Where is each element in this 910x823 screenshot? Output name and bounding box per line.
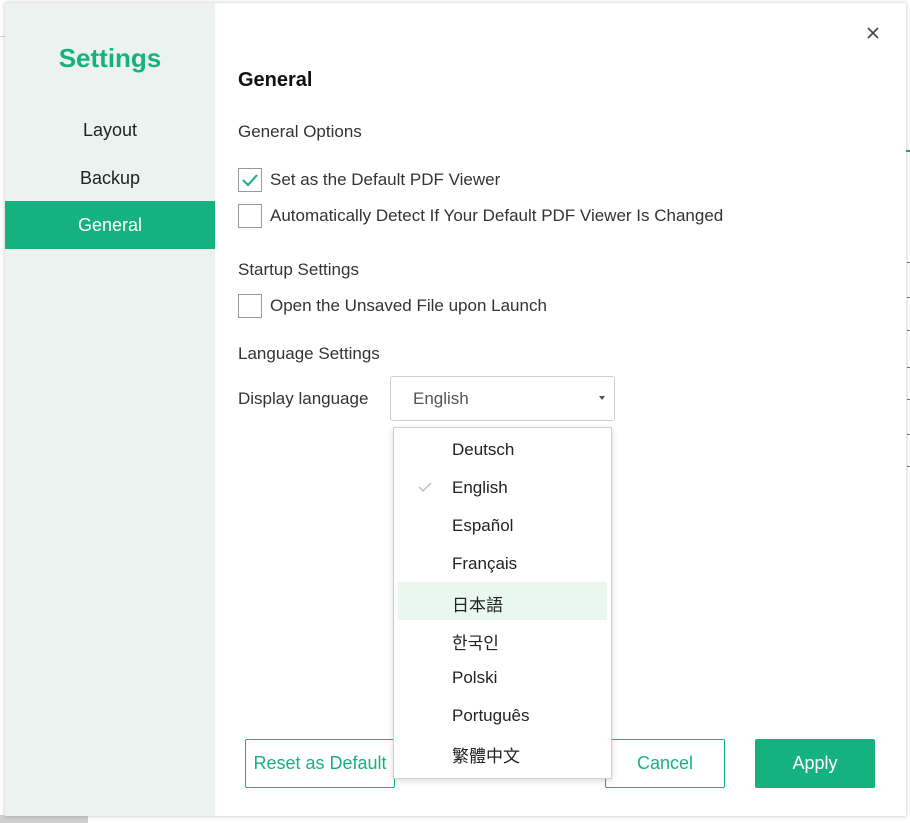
auto-detect-option[interactable]: Automatically Detect If Your Default PDF… <box>238 203 723 229</box>
sidebar-item-general[interactable]: General <box>5 201 215 249</box>
language-option-label: 繁體中文 <box>452 747 520 766</box>
sidebar-title: Settings <box>58 43 162 73</box>
language-option-traditional-chinese[interactable]: 繁體中文 <box>398 733 607 771</box>
cancel-button[interactable]: Cancel <box>605 739 725 788</box>
chevron-down-icon <box>599 396 605 400</box>
display-language-label: Display language <box>238 389 369 408</box>
open-unsaved-label: Open the Unsaved File upon Launch <box>270 296 547 315</box>
language-option-portugues[interactable]: Português <box>398 697 607 735</box>
language-settings-heading: Language Settings <box>238 344 380 363</box>
default-viewer-option[interactable]: Set as the Default PDF Viewer <box>238 167 500 193</box>
language-option-label: Polski <box>452 668 498 687</box>
close-button[interactable] <box>863 23 883 43</box>
general-options-heading: General Options <box>238 122 362 141</box>
language-option-polski[interactable]: Polski <box>398 659 607 697</box>
language-option-label: English <box>452 478 508 497</box>
language-option-label: 한국인 <box>452 634 499 653</box>
language-option-korean[interactable]: 한국인 <box>398 620 607 658</box>
language-option-english[interactable]: English <box>398 469 607 507</box>
page-title: General <box>238 69 313 91</box>
language-option-espanol[interactable]: Español <box>398 507 607 545</box>
check-icon <box>418 482 432 493</box>
default-viewer-checkbox[interactable] <box>238 168 262 192</box>
sidebar-item-layout[interactable]: Layout <box>5 106 215 154</box>
language-option-label: Español <box>452 516 514 535</box>
background-accent-line <box>906 150 910 152</box>
apply-button[interactable]: Apply <box>755 739 875 788</box>
sidebar-item-backup[interactable]: Backup <box>5 154 215 202</box>
language-option-label: Français <box>452 554 518 573</box>
language-option-label: Português <box>452 706 530 725</box>
reset-default-button[interactable]: Reset as Default <box>245 739 395 788</box>
language-option-label: Deutsch <box>452 440 515 459</box>
check-icon <box>242 174 258 187</box>
language-option-deutsch[interactable]: Deutsch <box>398 431 607 469</box>
language-option-francais[interactable]: Français <box>398 545 607 583</box>
background-taskbar <box>0 815 88 823</box>
close-icon <box>867 27 879 39</box>
open-unsaved-checkbox[interactable] <box>238 294 262 318</box>
language-option-japanese[interactable]: 日本語 <box>398 582 607 620</box>
sidebar: Settings Layout Backup General <box>5 3 215 816</box>
language-dropdown-menu: Deutsch English Español Français 日本語 한국인… <box>393 427 612 779</box>
default-viewer-label: Set as the Default PDF Viewer <box>270 170 501 189</box>
open-unsaved-option[interactable]: Open the Unsaved File upon Launch <box>238 293 547 319</box>
language-select[interactable]: English <box>390 376 615 421</box>
auto-detect-label: Automatically Detect If Your Default PDF… <box>270 206 724 225</box>
startup-settings-heading: Startup Settings <box>238 260 359 279</box>
language-option-label: 日本語 <box>452 596 503 615</box>
language-select-value: English <box>413 389 469 408</box>
auto-detect-checkbox[interactable] <box>238 204 262 228</box>
